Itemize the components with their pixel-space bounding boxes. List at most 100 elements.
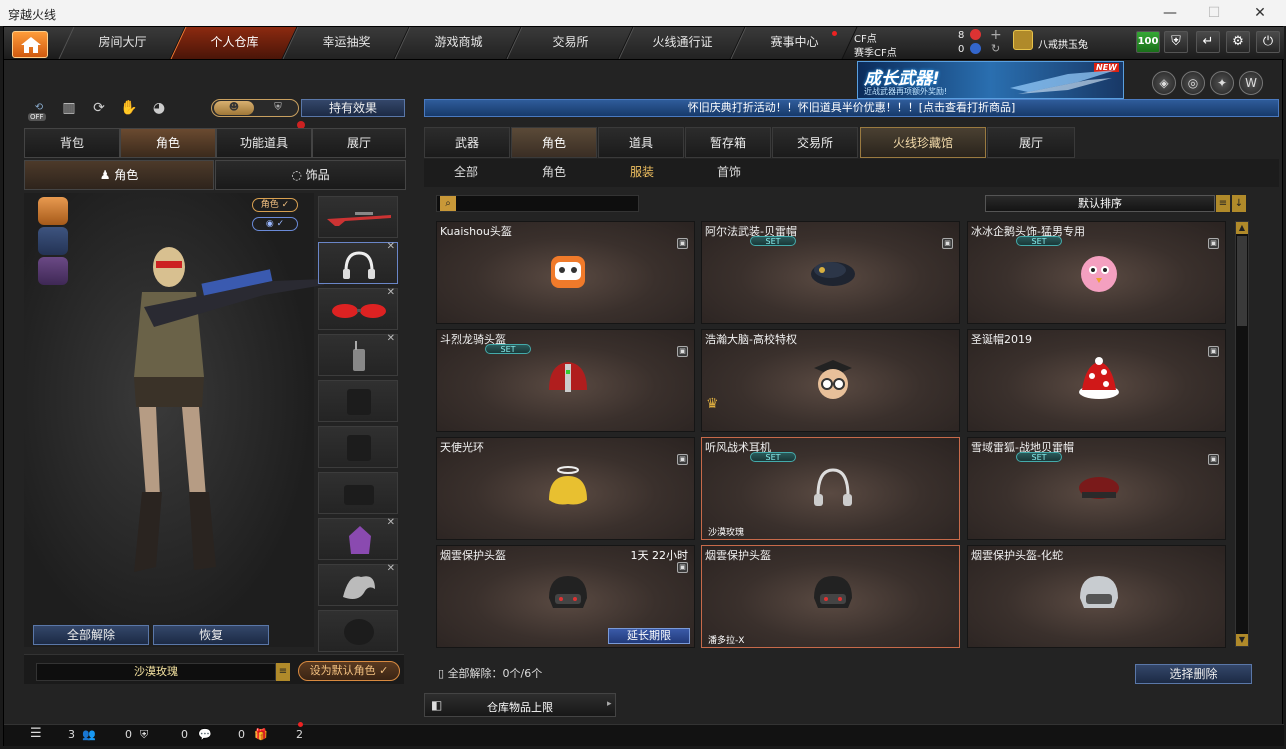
unequip-all-button[interactable]: 全部解除: [33, 625, 149, 645]
restore-button[interactable]: 恢复: [153, 625, 269, 645]
stats-icon[interactable]: ▥: [58, 97, 80, 119]
scroll-thumb[interactable]: [1237, 236, 1247, 326]
character-preview[interactable]: 角色 ✓ ◉ ✓: [24, 193, 324, 647]
item-card-9[interactable]: 烟雲保护头盔 1天 22小时 ▣ 延长期限: [436, 545, 695, 648]
right-tab-weapons[interactable]: 武器: [424, 127, 510, 158]
home-button[interactable]: [12, 31, 48, 58]
clan-shield-icon[interactable]: ⛨: [140, 728, 148, 742]
item-card-11[interactable]: 烟雲保护头盔-化蛇: [967, 545, 1226, 648]
right-tab-exchange[interactable]: 交易所: [772, 127, 858, 158]
item-card-2[interactable]: 冰冰企鹅头饰-猛男专用 SET ▣: [967, 221, 1226, 324]
badge-icon-3[interactable]: ✦: [1210, 71, 1234, 95]
nav-tab-events[interactable]: 赛事中心: [730, 27, 858, 59]
sort-menu-icon[interactable]: ≡: [1216, 195, 1230, 212]
pose-icon[interactable]: ✋: [118, 97, 140, 119]
filter-all[interactable]: 全部: [454, 163, 478, 180]
shield-icon[interactable]: ⛨: [1164, 31, 1188, 53]
slot-vest[interactable]: [318, 380, 398, 422]
item-card-0[interactable]: Kuaishou头盔 ▣: [436, 221, 695, 324]
item-card-10[interactable]: 烟雲保护头盔 潘多拉-X: [701, 545, 960, 648]
remove-icon[interactable]: ✕: [387, 287, 395, 298]
slot-pet[interactable]: ✕: [318, 517, 398, 560]
refresh-icon[interactable]: ↻: [991, 42, 1000, 55]
item-card-4[interactable]: 浩瀚大脑-高校特权 ♛: [701, 329, 960, 432]
slot-body[interactable]: [318, 426, 398, 468]
left-tab-character[interactable]: 角色: [120, 128, 216, 158]
item-card-3[interactable]: 斗烈龙骑头盔 SET ▣: [436, 329, 695, 432]
gear-icon[interactable]: ⚙: [1226, 31, 1250, 53]
slot-spray[interactable]: ✕: [318, 563, 398, 606]
friends-icon[interactable]: 👥: [82, 728, 96, 741]
slot-misc[interactable]: [318, 610, 398, 652]
search-input[interactable]: [459, 196, 637, 211]
right-tab-characters[interactable]: 角色: [511, 127, 597, 158]
view-toggle[interactable]: ☻ ⛨: [211, 99, 299, 117]
nav-tab-room-lobby[interactable]: 房间大厅: [58, 27, 186, 59]
slot-weapon[interactable]: [318, 196, 398, 238]
item-scrollbar[interactable]: ▲ ▼: [1235, 221, 1249, 647]
left-tab-backpack[interactable]: 背包: [24, 128, 120, 158]
left-tab-function-items[interactable]: 功能道具: [216, 128, 312, 158]
scroll-up-icon[interactable]: ▲: [1236, 222, 1248, 234]
set-default-character-button[interactable]: 设为默认角色 ✓: [298, 661, 400, 681]
sale-notice-banner[interactable]: 怀旧庆典打折活动！！怀旧道具半价优惠！！！[点击查看打折商品]: [424, 99, 1279, 117]
right-tab-storage-box[interactable]: 暂存箱: [685, 127, 771, 158]
nav-tab-warehouse[interactable]: 个人仓库: [170, 27, 298, 59]
avatar[interactable]: [1013, 30, 1033, 50]
nav-tab-exchange[interactable]: 交易所: [506, 27, 634, 59]
filter-clothing[interactable]: 服装: [630, 163, 654, 180]
item-card-6[interactable]: 天使光环 ▣: [436, 437, 695, 540]
power-icon[interactable]: ⏻: [1256, 31, 1280, 53]
slot-pants[interactable]: [318, 472, 398, 514]
remove-icon[interactable]: ✕: [387, 333, 395, 344]
badge-icon-2[interactable]: ◎: [1181, 71, 1205, 95]
effects-button[interactable]: 持有效果: [301, 99, 405, 117]
minimize-button[interactable]: —: [1160, 3, 1180, 23]
slot-headgear[interactable]: ✕: [318, 241, 398, 284]
filter-accessory[interactable]: 首饰: [717, 163, 741, 180]
item-card-8[interactable]: 雪域雷狐-战地贝雷帽 SET ▣: [967, 437, 1226, 540]
search-box[interactable]: ⌕: [436, 195, 639, 212]
nav-tab-shop[interactable]: 游戏商城: [394, 27, 522, 59]
subtab-accessory[interactable]: ◌ 饰品: [215, 160, 406, 190]
item-card-5[interactable]: 圣诞帽2019 ▣: [967, 329, 1226, 432]
eye-visible-icon[interactable]: ◉ ✓: [252, 217, 298, 231]
growth-weapon-banner[interactable]: 成长武器! 近战武器再项额外奖励! NEW: [857, 61, 1124, 99]
nav-tab-pass[interactable]: 火线通行证: [618, 27, 746, 59]
add-icon[interactable]: +: [990, 27, 1002, 43]
remove-icon[interactable]: ✕: [387, 241, 395, 252]
slot-radio[interactable]: ✕: [318, 333, 398, 376]
right-tab-showroom[interactable]: 展厅: [987, 127, 1075, 158]
slot-glasses[interactable]: ✕: [318, 287, 398, 330]
right-tab-collection[interactable]: 火线珍藏馆: [860, 127, 986, 158]
select-delete-button[interactable]: 选择删除: [1135, 664, 1252, 684]
item-card-1[interactable]: 阿尔法武装-贝雷帽 SET ▣: [701, 221, 960, 324]
subtab-character[interactable]: ♟ 角色: [24, 160, 214, 190]
rotate-icon[interactable]: ⟳: [88, 97, 110, 119]
logout-arrow-icon[interactable]: ↵: [1196, 31, 1220, 53]
nav-tab-lucky-draw[interactable]: 幸运抽奖: [282, 27, 410, 59]
maximize-button[interactable]: ☐: [1204, 3, 1224, 23]
sort-dropdown[interactable]: 默认排序: [985, 195, 1215, 212]
item-card-7[interactable]: 听风战术耳机 SET 沙漠玫瑰: [701, 437, 960, 540]
left-tab-showroom[interactable]: 展厅: [312, 128, 406, 158]
class-icon-blue[interactable]: [38, 227, 68, 255]
class-icon-purple[interactable]: [38, 257, 68, 285]
close-button[interactable]: ✕: [1250, 3, 1270, 23]
remove-icon[interactable]: ✕: [387, 563, 395, 574]
chat-icon[interactable]: 💬: [198, 728, 212, 741]
class-icon-orange[interactable]: [38, 197, 68, 225]
sort-direction-icon[interactable]: ↓: [1232, 195, 1246, 212]
pet-icon[interactable]: ◕: [148, 97, 170, 119]
scroll-down-icon[interactable]: ▼: [1236, 634, 1248, 646]
extend-period-button[interactable]: 延长期限: [608, 628, 690, 644]
remove-icon[interactable]: ✕: [387, 517, 395, 528]
badge-icon-4[interactable]: W: [1239, 71, 1263, 95]
storage-limit-button[interactable]: ◧ 仓库物品上限 ▸: [424, 693, 616, 717]
right-tab-items[interactable]: 道具: [598, 127, 684, 158]
filter-character[interactable]: 角色: [542, 163, 566, 180]
list-icon[interactable]: ☰: [30, 726, 42, 741]
menu-lines-icon[interactable]: ≡: [276, 663, 290, 681]
gift-icon[interactable]: 🎁: [254, 728, 268, 741]
badge-icon-1[interactable]: ◈: [1152, 71, 1176, 95]
